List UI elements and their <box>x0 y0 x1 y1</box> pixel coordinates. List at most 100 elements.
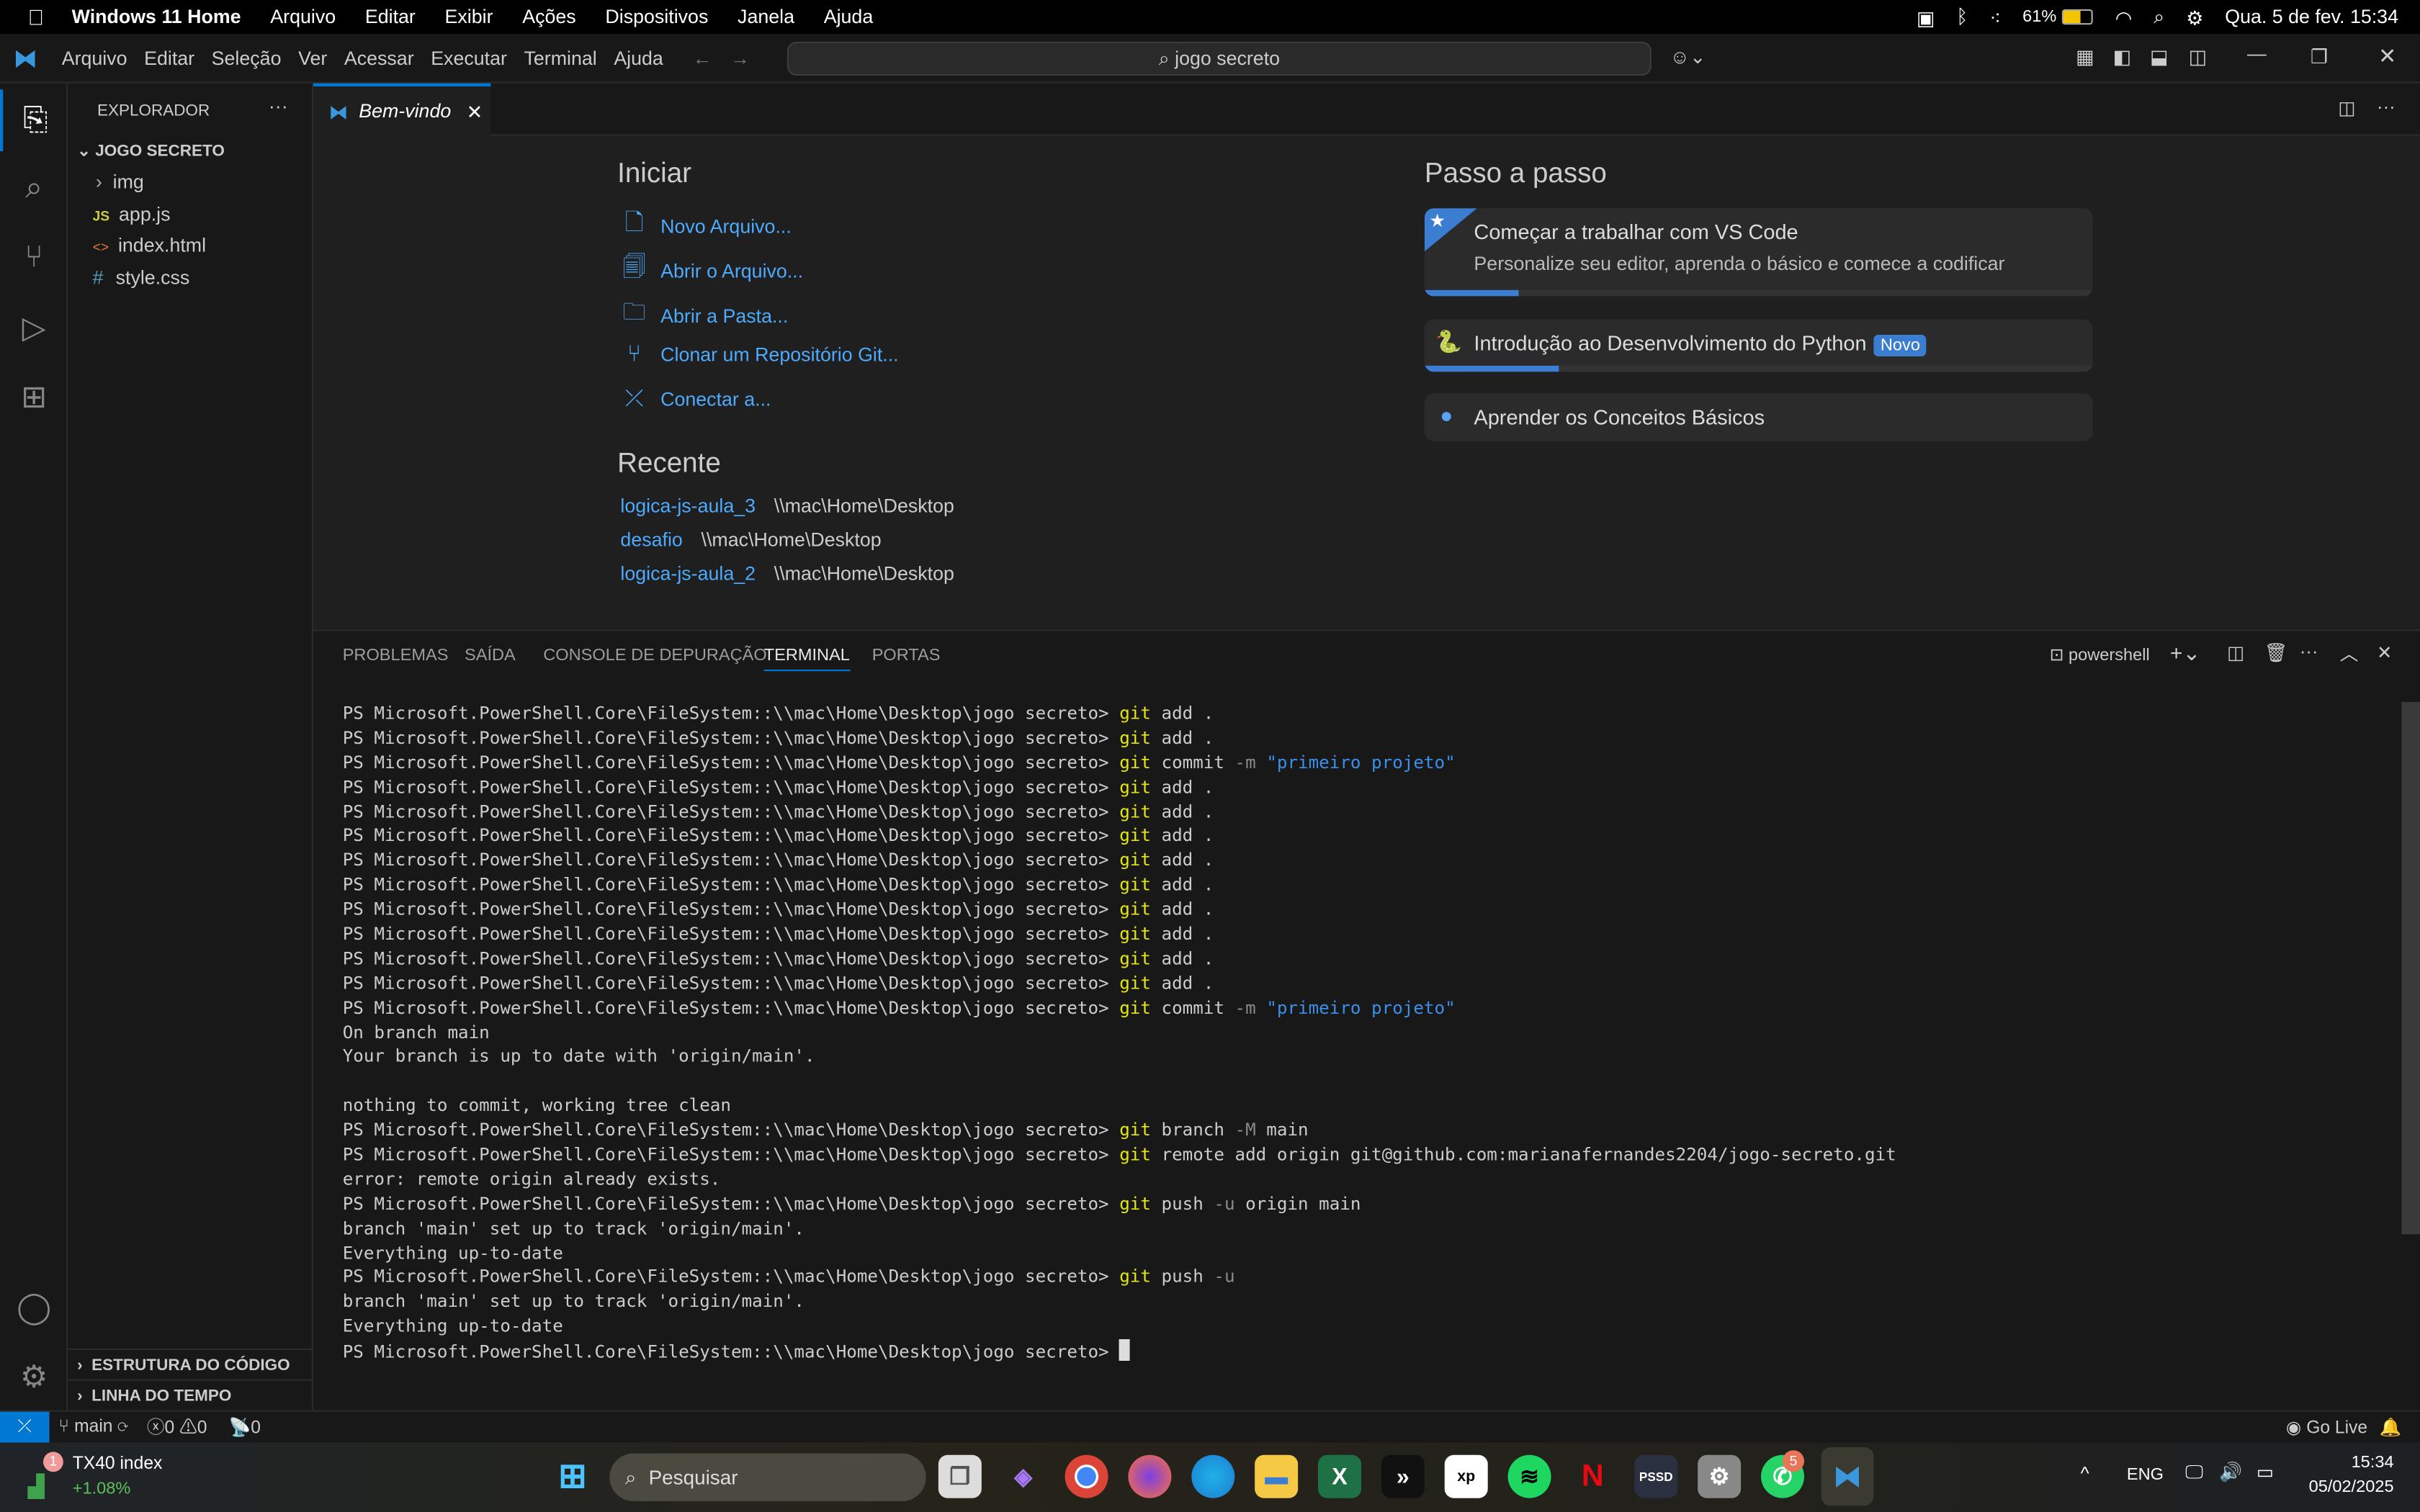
menu-ajuda[interactable]: Ajuda <box>614 47 663 68</box>
trash-icon[interactable]: 🗑 <box>2264 642 2288 663</box>
toggle-sidebar-icon[interactable]: ◧ <box>2113 45 2131 68</box>
tab-portas[interactable]: PORTAS <box>872 647 941 665</box>
recent-item[interactable]: logica-js-aula_3 \\mac\Home\Desktop <box>620 495 954 517</box>
source-control-icon[interactable]: ⑂ <box>0 227 68 289</box>
settings-gear-icon[interactable]: ⚙ <box>0 1346 68 1408</box>
walkthrough-card-vscode[interactable]: ★ Começar a trabalhar com VS Code Person… <box>1424 208 2093 297</box>
minimize-icon[interactable]: — <box>2247 43 2267 65</box>
folder-jogo-secreto[interactable]: ⌄ JOGO SECRETO <box>68 136 313 167</box>
show-hidden-icons-chevron-icon[interactable]: ^ <box>2081 1462 2089 1484</box>
recent-name[interactable]: desafio <box>620 529 682 551</box>
vscode-taskbar-icon[interactable]: ⧓ <box>1821 1446 1874 1506</box>
toggle-secondary-sidebar-icon[interactable]: ◫ <box>2189 45 2207 68</box>
netflix-icon[interactable]: N <box>1571 1455 1614 1498</box>
clock-date[interactable]: 05/02/2025 <box>2309 1478 2394 1497</box>
tree-item-style-css[interactable]: # style.css <box>68 262 313 293</box>
menu-editar[interactable]: Editar <box>365 6 416 28</box>
more-actions-icon[interactable]: ··· <box>2377 96 2396 117</box>
close-tab-icon[interactable]: ✕ <box>467 99 483 122</box>
menu-editar[interactable]: Editar <box>144 47 194 68</box>
ports-indicator[interactable]: 📡0 <box>229 1416 261 1438</box>
bluetooth-icon[interactable]: ᛒ <box>1956 6 1968 28</box>
edge-icon[interactable] <box>1191 1454 1235 1498</box>
spotify-icon[interactable]: ≋ <box>1507 1454 1551 1498</box>
recent-item[interactable]: logica-js-aula_2 \\mac\Home\Desktop <box>620 563 954 585</box>
language-indicator[interactable]: ENG <box>2127 1466 2164 1485</box>
timeline-section[interactable]: › LINHA DO TEMPO <box>68 1379 314 1410</box>
recent-name[interactable]: logica-js-aula_3 <box>620 495 756 517</box>
new-file-link[interactable]: 🗋 Novo Arquivo... <box>620 207 792 246</box>
tree-item-index-html[interactable]: <> index.html <box>68 230 313 261</box>
terminal-output[interactable]: PS Microsoft.PowerShell.Core\FileSystem:… <box>343 702 1896 1364</box>
walkthrough-card-python[interactable]: 🐍 Introdução ao Desenvolvimento do Pytho… <box>1424 319 2093 372</box>
menu-arquivo[interactable]: Arquivo <box>62 47 127 68</box>
maximize-panel-icon[interactable]: ︿ <box>2340 640 2359 666</box>
connect-to-link[interactable]: ⤫ Conectar a... <box>620 386 771 412</box>
toggle-panel-icon[interactable]: ⬓ <box>2150 45 2168 68</box>
menu-ver[interactable]: Ver <box>298 47 327 68</box>
excel-icon[interactable]: X <box>1318 1454 1361 1498</box>
search-icon[interactable]: ⌕ <box>0 158 68 220</box>
recent-item[interactable]: desafio \\mac\Home\Desktop <box>620 529 881 551</box>
tab-saida[interactable]: SAÍDA <box>465 647 516 665</box>
terminal-shell-selector[interactable]: ⊡ powershell <box>2050 645 2150 665</box>
windows-start-icon[interactable]: ⊞ <box>551 1455 594 1498</box>
account-icon[interactable]: ◯ <box>0 1276 68 1338</box>
forward-icon[interactable]: → <box>730 47 750 68</box>
menu-app[interactable]: Windows 11 Home <box>72 6 241 28</box>
back-icon[interactable]: ← <box>693 47 712 68</box>
notifications-bell-icon[interactable]: 🔔 <box>2380 1416 2402 1438</box>
datetime[interactable]: Qua. 5 de fev. 15:34 <box>2225 6 2398 28</box>
menu-acoes[interactable]: Ações <box>522 6 575 28</box>
menu-terminal[interactable]: Terminal <box>524 47 597 68</box>
parallels-icon[interactable]: ▣ <box>1917 6 1935 29</box>
close-icon[interactable]: ✕ <box>2378 43 2396 69</box>
menu-executar[interactable]: Executar <box>431 47 507 68</box>
menu-acessar[interactable]: Acessar <box>344 47 414 68</box>
firefox-icon[interactable] <box>1128 1454 1172 1498</box>
command-center-search[interactable]: ⌕ jogo secreto <box>786 41 1652 76</box>
close-panel-icon[interactable]: ✕ <box>2377 642 2393 663</box>
split-terminal-icon[interactable]: ◫ <box>2227 642 2244 663</box>
tab-terminal[interactable]: TERMINAL <box>763 647 850 672</box>
run-debug-icon[interactable]: ▷ <box>0 296 68 358</box>
menu-janela[interactable]: Janela <box>738 6 794 28</box>
open-folder-link[interactable]: 🗀 Abrir a Pasta... <box>620 296 789 335</box>
tab-problemas[interactable]: PROBLEMAS <box>343 647 449 665</box>
terminal-scrollbar[interactable] <box>2401 701 2420 1235</box>
menu-selecao[interactable]: Seleção <box>212 47 282 68</box>
wifi-icon[interactable]: ◠ <box>2115 6 2132 29</box>
pssd-app-icon[interactable]: PSSD <box>1634 1454 1678 1498</box>
tree-item-img[interactable]: › img <box>68 166 313 197</box>
chrome-icon[interactable] <box>1065 1454 1108 1498</box>
tab-console-depuracao[interactable]: CONSOLE DE DEPURAÇÃO <box>543 647 766 665</box>
split-editor-icon[interactable]: ◫ <box>2338 97 2355 119</box>
network-icon[interactable]: 🖵 <box>2185 1461 2203 1484</box>
open-file-link[interactable]: 🗐 Abrir o Arquivo... <box>620 251 804 290</box>
clone-git-link[interactable]: ⑂ Clonar um Repositório Git... <box>620 341 899 367</box>
menu-dispositivos[interactable]: Dispositivos <box>605 6 708 28</box>
outline-section[interactable]: › ESTRUTURA DO CÓDIGO <box>68 1348 314 1380</box>
branch-indicator[interactable]: ⑂ main ⟳ <box>58 1418 128 1436</box>
taskbar-search[interactable]: ⌕ Pesquisar <box>609 1453 926 1501</box>
search-icon[interactable]: ⌕ <box>2154 6 2164 29</box>
copilot-icon[interactable]: ☺⌄ <box>1670 45 1706 68</box>
control-center-icon[interactable]: ⚙ <box>2186 6 2203 29</box>
tree-item-app-js[interactable]: JS app.js <box>68 199 313 230</box>
remote-indicator-icon[interactable]: ⤫ <box>0 1410 50 1444</box>
clock-time[interactable]: 15:34 <box>2352 1454 2394 1472</box>
menu-ajuda[interactable]: Ajuda <box>824 6 874 28</box>
stock-widget[interactable]: 1 ▟ TX40 index +1.08% <box>28 1452 175 1504</box>
dots-icon[interactable]: ⁖ <box>1989 6 2001 29</box>
tab-bem-vindo[interactable]: ⧓ Bem-vindo ✕ <box>313 83 491 136</box>
new-terminal-icon[interactable]: +⌄ <box>2170 640 2201 666</box>
menu-arquivo[interactable]: Arquivo <box>270 6 336 28</box>
apple-icon[interactable]:  <box>28 4 45 29</box>
terminal-app-icon[interactable]: » <box>1381 1454 1425 1498</box>
battery-icon[interactable] <box>2062 9 2094 25</box>
go-live-button[interactable]: ◉ Go Live <box>2286 1416 2367 1438</box>
walkthrough-card-basics[interactable]: ● Aprender os Conceitos Básicos <box>1424 393 2093 441</box>
task-view-icon[interactable]: ❐ <box>938 1454 982 1498</box>
customize-layout-icon[interactable]: ▦ <box>2076 45 2094 68</box>
xp-app-icon[interactable]: xp <box>1444 1454 1488 1498</box>
